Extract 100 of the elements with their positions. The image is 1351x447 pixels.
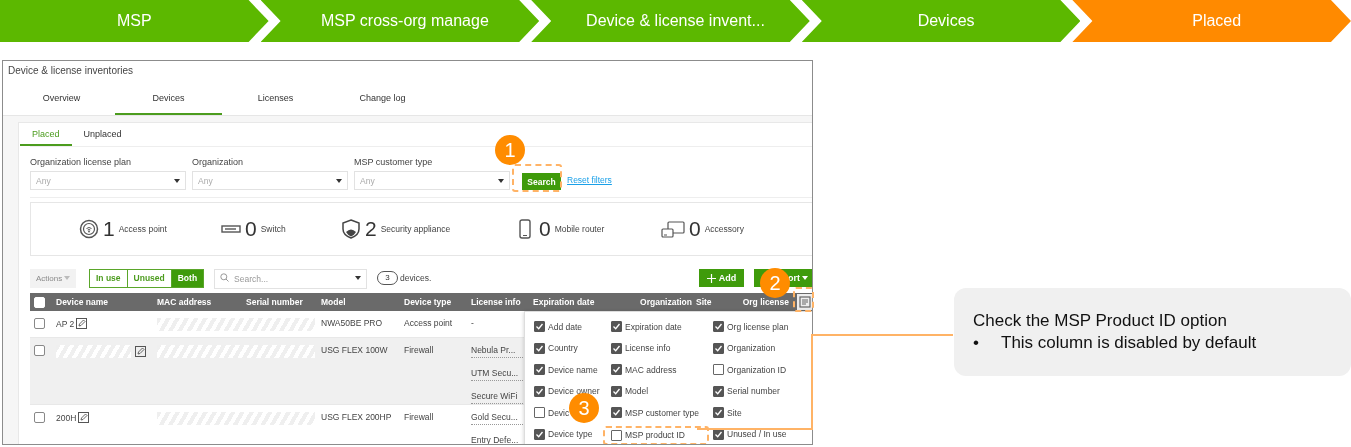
option-checkbox[interactable] [713,342,724,354]
option-label: MSP customer type [625,407,699,418]
option-checkbox[interactable] [534,428,545,440]
table-cell-text: Firewall [404,345,435,355]
callout-text: Check the MSP Product ID option [973,311,1228,331]
caret-icon [802,276,808,280]
list-icon [799,296,811,308]
device-count: 0 [689,217,701,241]
option-checkbox[interactable] [713,385,724,397]
device-count: 0 [245,217,257,241]
option-checkbox[interactable] [534,321,545,333]
option-label: Model [625,386,649,397]
option-label: Serial number [727,386,780,397]
filter-label: Organization [192,157,245,167]
dropdown-field[interactable]: Any [30,171,186,190]
caret-icon [498,178,504,183]
edit-icon [76,318,88,329]
column-header: Organization [639,297,693,307]
highlight-frame [793,287,814,312]
option-checkbox[interactable] [611,407,622,419]
option-checkbox[interactable] [713,428,724,440]
device-type-label: Security appliance [380,224,451,234]
option-label: Organization [727,343,776,354]
tab[interactable]: Overview [8,81,115,115]
column-header: Serial number [246,297,304,307]
option-checkbox[interactable] [611,321,622,333]
option-checkbox[interactable] [713,364,724,376]
row-checkbox[interactable] [34,412,45,423]
breadcrumb-step[interactable]: Devices [801,0,1081,42]
search-icon [220,273,230,282]
device-type-label: Access point [118,224,167,234]
callout-text: This column is disabled by default [1001,333,1257,353]
caret-icon [174,178,180,183]
reset-filters-link[interactable]: Reset filters [567,174,612,185]
table-cell-text: Access point [404,318,454,328]
filter-label: Organization license plan [30,157,133,167]
breadcrumb-step[interactable]: MSP cross-org manage [260,0,540,42]
option-label: Device name [548,364,598,375]
subtab[interactable]: Placed [20,123,72,146]
option-checkbox[interactable] [611,342,622,354]
dropdown-field[interactable]: Any [192,171,348,190]
column-header: Site [696,297,713,307]
window-title: Device & license inventories [7,64,135,78]
column-header: Model [321,297,347,307]
device-type-label: Mobile router [554,224,605,234]
option-label: Organization ID [727,364,787,375]
breadcrumb-step[interactable]: Placed [1072,0,1351,42]
option-checkbox[interactable] [534,342,545,354]
device-count: 0 [539,217,551,241]
option-label: Add date [548,321,583,332]
option-checkbox[interactable] [713,321,724,333]
option-checkbox[interactable] [611,385,622,397]
option-label: Devic [548,407,570,418]
caret-icon [336,178,342,183]
access-point-icon [79,219,99,239]
search-button[interactable]: Search [522,173,561,190]
search-field[interactable]: Search... [214,269,368,289]
table-cell-text: Firewall [404,412,435,422]
highlighted-option[interactable]: MSP product ID [603,425,709,444]
table-cell-text: NWA50BE PRO [321,318,384,328]
filter-toggle[interactable]: Both [171,269,204,287]
add-button[interactable]: Add [699,269,744,287]
edit-icon [135,346,146,357]
bullet-mark: • [973,333,980,353]
table-cell-text: USG FLEX 200HP [321,412,393,422]
column-header: License info [471,297,522,307]
dropdown-field[interactable]: Any [354,171,510,190]
option-label: Site [727,407,742,418]
row-checkbox[interactable] [34,318,45,329]
tab[interactable]: Change log [329,81,436,115]
table-cell: 200H [56,412,77,423]
shield-icon [341,219,361,239]
option-label: MSP product ID [625,430,685,441]
device-count: 1 [103,217,115,241]
row-checkbox[interactable] [34,345,45,356]
option-checkbox[interactable] [611,429,622,441]
count-label: devices. [400,273,432,283]
breadcrumb-step[interactable]: MSP [0,0,269,42]
device-type-label: Accessory [704,224,744,234]
caret-icon [355,276,362,280]
edit-icon [78,412,90,423]
option-checkbox[interactable] [713,407,724,419]
device-type-label: Switch [260,224,286,234]
option-checkbox[interactable] [611,364,622,376]
column-header: Device type [404,297,453,307]
column-header: Expiration date [533,297,596,307]
option-label: Unused / In use [727,429,787,440]
option-checkbox[interactable] [534,407,545,419]
subtab[interactable]: Unplaced [71,123,134,146]
column-header: MAC address [157,297,213,307]
highlight-frame [512,164,562,192]
devices-icon [661,219,685,239]
option-label: MAC address [625,364,677,375]
tab[interactable]: Licenses [222,81,329,115]
breadcrumb-step[interactable]: Device & license invent... [531,0,810,42]
option-checkbox[interactable] [534,364,545,376]
filter-label: MSP customer type [354,157,434,167]
select-all-checkbox[interactable] [34,296,45,308]
option-checkbox[interactable] [534,385,545,397]
option-label: License info [625,343,671,354]
